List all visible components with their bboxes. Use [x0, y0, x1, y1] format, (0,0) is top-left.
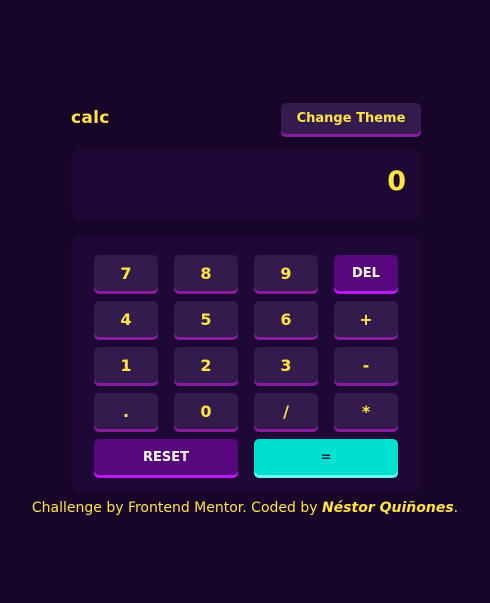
key-4[interactable]: 4 — [94, 301, 158, 337]
minus-button[interactable]: - — [334, 347, 398, 383]
key-0[interactable]: 0 — [174, 393, 238, 429]
decimal-button[interactable]: . — [94, 393, 158, 429]
display-screen: 0 — [71, 150, 421, 220]
key-2[interactable]: 2 — [174, 347, 238, 383]
header: calc Change Theme — [71, 103, 421, 137]
key-3[interactable]: 3 — [254, 347, 318, 383]
attribution-suffix: . — [453, 500, 459, 516]
reset-button[interactable]: RESET — [94, 439, 238, 475]
attribution-prefix: Challenge by Frontend Mentor. Coded by — [31, 500, 322, 516]
author-name: Néstor Quiñones — [321, 500, 454, 516]
multiply-button[interactable]: * — [334, 393, 398, 429]
display-value: 0 — [387, 166, 406, 197]
attribution: Challenge by Frontend Mentor. Coded by N… — [0, 500, 490, 516]
key-6[interactable]: 6 — [254, 301, 318, 337]
equals-button[interactable]: = — [254, 439, 398, 475]
calculator-app: calc Change Theme 0 7 8 9 DEL 4 5 6 + 1 … — [0, 0, 490, 603]
keypad: 7 8 9 DEL 4 5 6 + 1 2 3 - . 0 / * RESET … — [71, 236, 421, 492]
delete-button[interactable]: DEL — [334, 255, 398, 291]
plus-button[interactable]: + — [334, 301, 398, 337]
key-7[interactable]: 7 — [94, 255, 158, 291]
key-9[interactable]: 9 — [254, 255, 318, 291]
change-theme-button[interactable]: Change Theme — [281, 103, 421, 134]
divide-button[interactable]: / — [254, 393, 318, 429]
logo: calc — [71, 108, 110, 128]
key-5[interactable]: 5 — [174, 301, 238, 337]
key-8[interactable]: 8 — [174, 255, 238, 291]
key-1[interactable]: 1 — [94, 347, 158, 383]
